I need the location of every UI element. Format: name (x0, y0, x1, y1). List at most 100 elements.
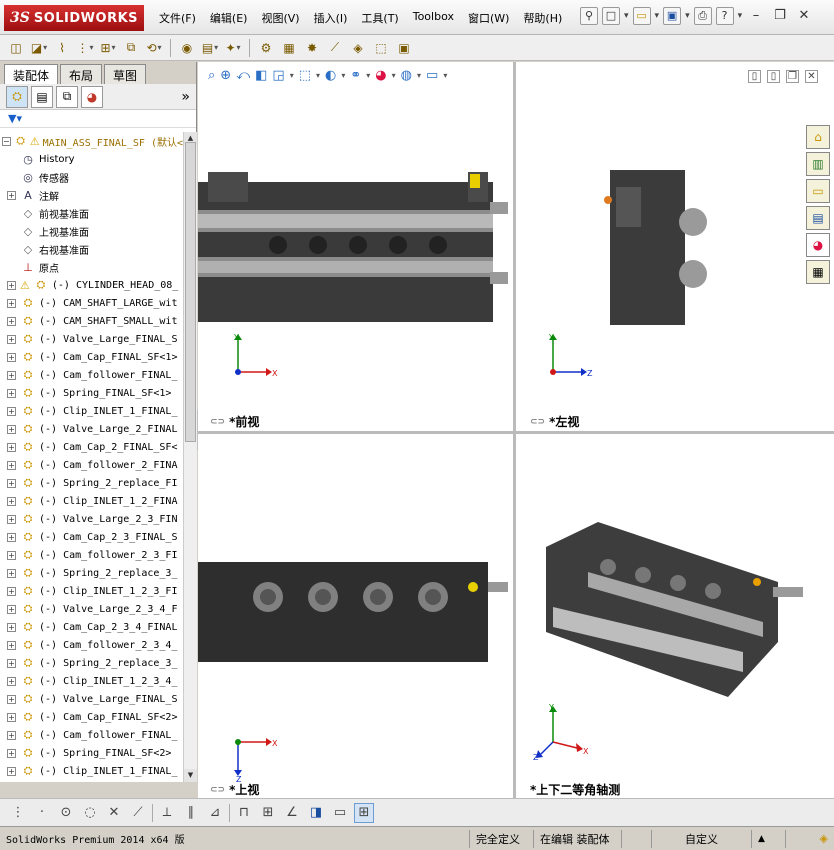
expand-toggle-icon[interactable]: + (7, 766, 16, 776)
expand-toggle-icon[interactable]: + (7, 280, 16, 290)
dropdown-icon[interactable]: ▾ (392, 71, 396, 80)
hide-show-items-icon[interactable]: ⚭ (350, 68, 361, 83)
print-icon[interactable]: ⎙ (693, 7, 712, 25)
view-settings-icon[interactable]: ▭ (426, 68, 438, 83)
expand-toggle-icon[interactable]: + (7, 640, 16, 650)
paperclip-icon[interactable]: ⌇ (52, 38, 72, 58)
menu-item-3[interactable]: 插入(I) (307, 10, 355, 26)
expand-toggle-icon[interactable]: + (7, 388, 16, 398)
menu-item-7[interactable]: 帮助(H) (516, 10, 569, 26)
expand-toggle-icon[interactable]: + (7, 730, 16, 740)
smart-fasteners-icon[interactable]: ⧉ (121, 38, 141, 58)
expand-toggle-icon[interactable]: + (7, 676, 16, 686)
display-manager-icon[interactable]: ◕ (81, 85, 103, 108)
expand-toggle-icon[interactable]: + (7, 298, 16, 308)
link-view-icon[interactable]: ⊂⊃ (210, 417, 225, 427)
show-hidden-icon[interactable]: ◉ (177, 38, 197, 58)
status-units-caret-icon[interactable]: ▲ (752, 829, 786, 848)
tree-node[interactable]: + ⛭ (-) Cam_follower_FINAL_ (0, 366, 183, 384)
tree-node[interactable]: + ⛭ (-) Clip_INLET_1_2_3_4_ (0, 672, 183, 690)
tree-node[interactable]: + ⛭ (-) Spring_FINAL_SF<2> (0, 744, 183, 762)
menu-item-1[interactable]: 编辑(E) (203, 10, 255, 26)
previous-view-icon[interactable]: ⤺ (236, 68, 250, 83)
linear-pattern-icon[interactable]: ⊞ ▾ (98, 38, 118, 58)
save-dropdown-icon[interactable]: ▾ (685, 11, 690, 21)
tree-node[interactable]: + ⛭ (-) Valve_Large_FINAL_S (0, 690, 183, 708)
tree-node[interactable]: + ⛭ (-) Spring_2_replace_3_ (0, 564, 183, 582)
tab-assembly[interactable]: 装配体 (4, 64, 59, 84)
tree-node[interactable]: ◇ 前视基准面 (0, 204, 183, 222)
dropdown-icon[interactable]: ▾ (443, 71, 447, 80)
menu-item-0[interactable]: 文件(F) (152, 10, 203, 26)
expand-toggle-icon[interactable]: + (7, 496, 16, 506)
expand-toggle-icon[interactable]: + (7, 514, 16, 524)
tree-node[interactable]: + ⛭ (-) Cam_follower_FINAL_ (0, 726, 183, 744)
dropdown-icon[interactable]: ▾ (290, 71, 294, 80)
viewport-divider-horizontal[interactable] (198, 431, 834, 434)
expand-toggle-icon[interactable]: + (7, 190, 16, 200)
circle-center-icon[interactable]: ⊙ (56, 803, 76, 823)
dynamic-annotation-icon[interactable]: ◲ (272, 68, 284, 83)
perpendicular-icon[interactable]: ⟂ (157, 803, 177, 823)
dropdown-icon[interactable]: ▾ (417, 71, 421, 80)
angle-icon[interactable]: ∠ (282, 803, 302, 823)
tree-node[interactable]: + ⛭ (-) Valve_Large_2_3_4_F (0, 600, 183, 618)
section-view-icon[interactable]: ◧ (255, 68, 267, 83)
design-library-icon[interactable]: ▥ (806, 152, 830, 176)
status-rebuild-icon[interactable]: ◈ (814, 830, 834, 848)
expand-toggle-icon[interactable]: + (7, 658, 16, 668)
move-component-icon[interactable]: ⟲ ▾ (144, 38, 164, 58)
pin-icon[interactable]: ⚲ (580, 7, 598, 25)
tree-node[interactable]: + ⛭ (-) CAM_SHAFT_LARGE_wit (0, 294, 183, 312)
tree-node[interactable]: − ⛭ ⚠ MAIN_ASS_FINAL_SF (默认< (0, 132, 183, 150)
link-view-icon[interactable]: ⊂⊃ (210, 785, 225, 795)
tree-node[interactable]: + ⛭ (-) Spring_2_replace_FI (0, 474, 183, 492)
zoom-to-fit-icon[interactable]: ⌕ (208, 68, 215, 83)
tree-scrollbar[interactable]: ▲ ▼ (183, 132, 197, 782)
dropdown-icon[interactable]: ▾ (316, 71, 320, 80)
link-view-icon[interactable]: ⊂⊃ (530, 417, 545, 427)
tree-node[interactable]: + ⛭ (-) CAM_SHAFT_SMALL_wit (0, 312, 183, 330)
expand-toggle-icon[interactable]: + (7, 406, 16, 416)
tree-node[interactable]: + ⛭ (-) Clip_INLET_1_FINAL_ (0, 402, 183, 420)
bill-of-materials-icon[interactable]: ▦ (279, 38, 299, 58)
assembly-features-icon[interactable]: ▤ ▾ (200, 38, 220, 58)
four-view-icon[interactable]: ⊞ (354, 802, 374, 823)
tile-vertical-icon[interactable]: ▯ (767, 70, 780, 83)
tile-horizontal-icon[interactable]: ▯ (748, 70, 761, 83)
reference-geometry-icon[interactable]: ✦ ▾ (223, 38, 243, 58)
tree-node[interactable]: ⊥ 原点 (0, 258, 183, 276)
solidworks-resources-icon[interactable]: ⌂ (806, 125, 830, 149)
cube-view-icon[interactable]: ◨ (306, 803, 326, 823)
grid-icon[interactable]: ⊞ (258, 803, 278, 823)
open-folder-icon[interactable]: ▭ (632, 7, 651, 25)
expand-toggle-icon[interactable]: + (7, 316, 16, 326)
scroll-down-icon[interactable]: ▼ (184, 769, 197, 782)
apply-scene-icon[interactable]: ◍ (401, 68, 412, 83)
tangent-icon[interactable]: ⟋ (128, 803, 148, 823)
tab-sketch[interactable]: 草图 (104, 64, 147, 84)
new-dropdown-icon[interactable]: ▾ (624, 11, 629, 21)
file-explorer-icon[interactable]: ▭ (806, 179, 830, 203)
save-icon[interactable]: ▣ (663, 7, 682, 25)
configuration-manager-icon[interactable]: ⧉ (56, 85, 78, 108)
isometric-view-model[interactable] (528, 512, 818, 712)
viewport-restore-icon[interactable]: ❐ (786, 70, 799, 83)
open-dropdown-icon[interactable]: ▾ (655, 11, 660, 21)
tree-node[interactable]: + ⛭ (-) Clip_INLET_1_2_FINA (0, 492, 183, 510)
restore-icon[interactable]: ❐ (772, 8, 788, 24)
expand-toggle-icon[interactable]: + (7, 424, 16, 434)
expand-toggle-icon[interactable]: + (7, 334, 16, 344)
tree-node[interactable]: + ⚠ ⛭ (-) CYLINDER_HEAD_08_ (0, 276, 183, 294)
expand-toggle-icon[interactable]: + (7, 532, 16, 542)
top-view-model[interactable] (198, 557, 513, 667)
expand-toggle-icon[interactable]: + (7, 586, 16, 596)
intersection-icon[interactable]: ✕ (104, 803, 124, 823)
expand-toggle-icon[interactable]: + (7, 622, 16, 632)
tree-node[interactable]: + ⛭ (-) Cam_follower_2_FINA (0, 456, 183, 474)
expand-toggle-icon[interactable]: + (7, 370, 16, 380)
appearances-icon[interactable]: ◕ (806, 233, 830, 257)
tree-node[interactable]: ◎ 传感器 (0, 168, 183, 186)
insert-component-icon[interactable]: ◪ ▾ (29, 38, 49, 58)
expand-toggle-icon[interactable]: + (7, 748, 16, 758)
